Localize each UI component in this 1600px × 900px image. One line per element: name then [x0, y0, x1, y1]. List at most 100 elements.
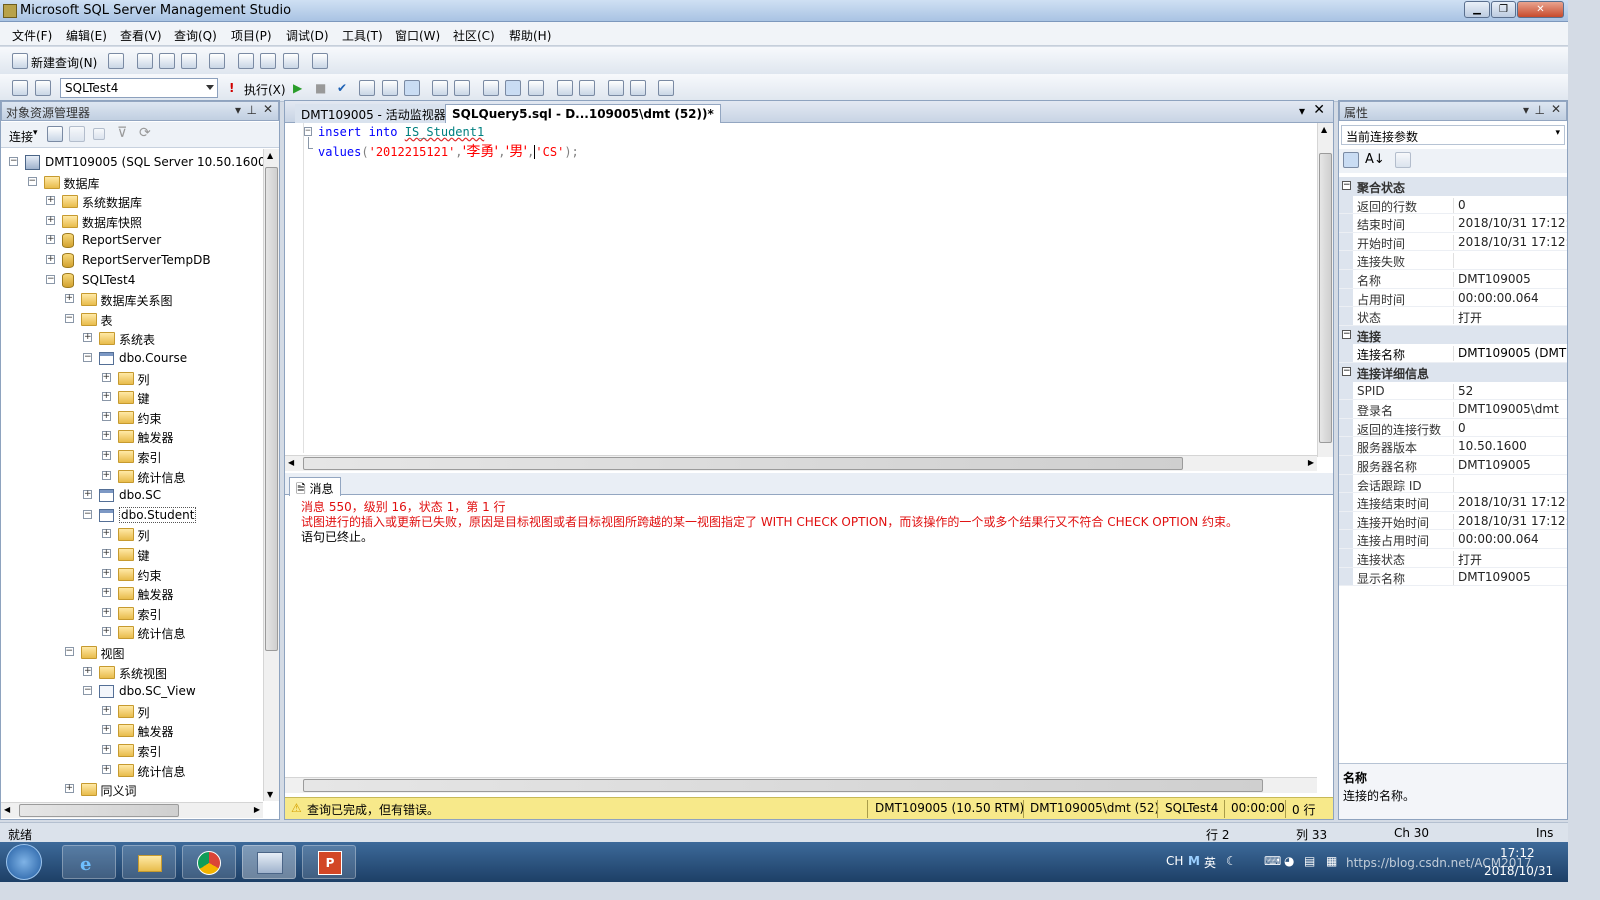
editor-hscroll-thumb[interactable] — [303, 457, 1183, 470]
property-pages-icon[interactable] — [1395, 152, 1411, 168]
messages-horizontal-scrollbar[interactable] — [285, 777, 1317, 793]
close-panel-icon[interactable]: ✕ — [1551, 102, 1561, 116]
collapse-icon[interactable]: − — [83, 353, 92, 362]
tree-node[interactable]: − 表 — [1, 310, 263, 329]
tree-node[interactable]: + 列 — [1, 525, 263, 544]
open-file-icon[interactable] — [238, 53, 254, 69]
new-query-icon[interactable] — [12, 53, 28, 69]
tree-node[interactable]: + 约束 — [1, 565, 263, 584]
property-row[interactable]: 连接状态 打开 — [1339, 549, 1567, 568]
include-plan-icon[interactable] — [454, 80, 470, 96]
new-file-icon[interactable] — [108, 53, 124, 69]
collapse-icon[interactable]: − — [83, 509, 92, 519]
ime-tool-icon[interactable]: ▦ — [1326, 854, 1337, 868]
expand-icon[interactable]: + — [46, 215, 55, 225]
property-row[interactable]: 连接占用时间 00:00:00.064 — [1339, 530, 1567, 549]
property-row[interactable]: 登录名 DMT109005\dmt — [1339, 400, 1567, 419]
close-panel-icon[interactable]: ✕ — [263, 102, 273, 116]
collapse-region-icon[interactable]: − — [304, 127, 312, 136]
tab-activity-monitor[interactable]: DMT109005 - 活动监视器 — [295, 104, 452, 123]
property-category[interactable]: − 聚合状态 — [1339, 177, 1567, 196]
tree-node[interactable]: + 列 — [1, 702, 263, 721]
language-indicator[interactable]: CH — [1166, 854, 1183, 868]
tree-node[interactable]: − 数据库 — [1, 173, 263, 192]
tree-node[interactable]: + 索引 — [1, 447, 263, 466]
collapse-icon[interactable]: − — [27, 176, 37, 186]
refresh-icon[interactable]: ⟳ — [139, 125, 151, 141]
ime-menu-icon[interactable]: ▤ — [1304, 854, 1315, 868]
tab-sqlquery5[interactable]: SQLQuery5.sql - D...109005\dmt (52))* — [445, 104, 721, 123]
tree-node[interactable]: − SQLTest4 — [1, 271, 263, 290]
execute-button[interactable]: 执行(X) — [244, 81, 286, 98]
scroll-up-icon[interactable]: ▲ — [267, 151, 273, 160]
ime-skin-icon[interactable]: ◕ — [1284, 854, 1294, 868]
tree-node[interactable]: + 索引 — [1, 604, 263, 623]
connect-icon[interactable] — [12, 80, 28, 96]
maximize-button[interactable]: ❐ — [1491, 1, 1516, 18]
expand-icon[interactable]: + — [101, 529, 111, 539]
clock-time[interactable]: 17:12 — [1500, 846, 1535, 860]
property-row[interactable]: 连接失败 — [1339, 251, 1567, 270]
sql-editor[interactable]: − insert into IS_Student1 values('201221… — [303, 123, 1313, 453]
property-row[interactable]: 状态 打开 — [1339, 307, 1567, 326]
ime-icon[interactable]: M — [1188, 854, 1200, 868]
ie-taskbar-icon[interactable]: e — [62, 845, 116, 879]
disconnect-icon[interactable] — [35, 80, 51, 96]
tab-list-dropdown-icon[interactable]: ▾ — [1299, 104, 1305, 118]
property-row[interactable]: SPID 52 — [1339, 381, 1567, 401]
tree-node[interactable]: + 数据库快照 — [1, 212, 263, 231]
connect-object-icon[interactable] — [47, 126, 63, 142]
start-button[interactable] — [6, 844, 42, 880]
mdx-query-icon[interactable] — [181, 53, 197, 69]
tab-messages[interactable]: 🗎 消息 — [289, 477, 341, 496]
ime-keyboard-icon[interactable]: ⌨ — [1264, 854, 1281, 868]
expand-icon[interactable]: + — [101, 725, 111, 735]
tree-vertical-scrollbar[interactable]: ▲ ▼ — [263, 149, 279, 801]
menu-item-3[interactable]: 查询(Q) — [174, 27, 217, 44]
expand-icon[interactable]: + — [83, 490, 92, 500]
tree-node[interactable]: + 数据库关系图 — [1, 290, 263, 309]
specify-values-icon[interactable] — [432, 80, 448, 96]
close-tab-icon[interactable]: ✕ — [1313, 102, 1325, 118]
tree-node[interactable]: + ReportServer — [1, 231, 263, 250]
intellisense-icon[interactable] — [404, 80, 420, 96]
editor-scroll-thumb[interactable] — [1319, 153, 1332, 443]
db-engine-query-icon[interactable] — [137, 53, 153, 69]
menu-item-4[interactable]: 项目(P) — [231, 27, 272, 44]
expand-icon[interactable]: + — [64, 294, 74, 304]
tree-node[interactable]: − DMT109005 (SQL Server 10.50.1600 - — [1, 153, 263, 172]
expand-icon[interactable]: + — [101, 411, 111, 421]
expand-icon[interactable]: + — [101, 764, 111, 774]
tree-node[interactable]: − 视图 — [1, 643, 263, 662]
tree-node[interactable]: + 统计信息 — [1, 761, 263, 780]
display-plan-icon[interactable] — [359, 80, 375, 96]
collapse-icon[interactable]: − — [1342, 181, 1351, 190]
tree-node[interactable]: + 索引 — [1, 741, 263, 760]
print-icon[interactable] — [283, 53, 299, 69]
editor-horizontal-scrollbar[interactable]: ◀ ▶ — [285, 455, 1317, 471]
query-designer-icon[interactable] — [382, 80, 398, 96]
xml-query-icon[interactable] — [209, 53, 225, 69]
scroll-left-icon[interactable]: ◀ — [288, 458, 294, 467]
tree-node[interactable]: + 触发器 — [1, 584, 263, 603]
tree-node[interactable]: + 统计信息 — [1, 623, 263, 642]
explorer-taskbar-icon[interactable] — [122, 845, 176, 879]
menu-item-2[interactable]: 查看(V) — [120, 27, 162, 44]
property-row[interactable]: 返回的行数 0 — [1339, 195, 1567, 215]
results-file-icon[interactable] — [528, 80, 544, 96]
pin-dropdown-icon[interactable]: ▾ — [1523, 103, 1529, 117]
menu-item-9[interactable]: 帮助(H) — [509, 27, 551, 44]
comment-icon[interactable] — [557, 80, 573, 96]
tree-node[interactable]: + 键 — [1, 388, 263, 407]
template-params-icon[interactable] — [658, 80, 674, 96]
pin-icon[interactable]: ⊥ — [1535, 103, 1545, 117]
tree-node[interactable]: + dbo.SC — [1, 486, 263, 505]
powerpoint-taskbar-icon[interactable]: P — [302, 845, 356, 879]
expand-icon[interactable]: + — [101, 451, 111, 460]
expand-icon[interactable]: + — [101, 588, 111, 598]
tree-node[interactable]: + 触发器 — [1, 721, 263, 740]
database-selector[interactable]: SQLTest4 — [60, 78, 218, 98]
tree-node[interactable]: + 系统视图 — [1, 663, 263, 682]
ime-halfwidth-icon[interactable]: ☾ — [1226, 854, 1237, 868]
expand-icon[interactable]: + — [101, 627, 111, 637]
